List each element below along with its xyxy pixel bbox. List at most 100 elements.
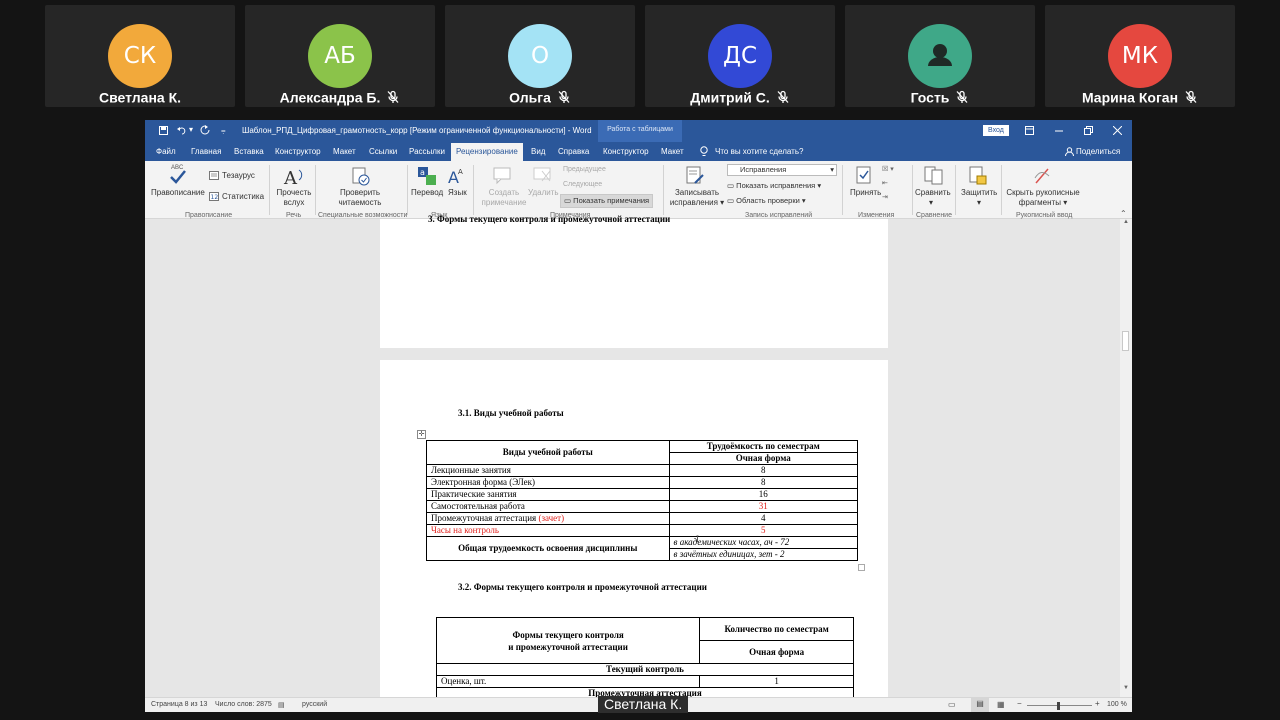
web-layout-icon[interactable]: ▦ — [997, 700, 1005, 709]
table1-cell-name[interactable]: Практические занятия — [426, 488, 670, 501]
participant-tile[interactable]: Гость — [845, 5, 1035, 107]
accept-button[interactable]: Принять — [850, 188, 881, 198]
status-language[interactable]: русский — [302, 701, 327, 708]
reject-change-icon[interactable]: ☒ ▾ — [882, 165, 894, 175]
vertical-scrollbar[interactable]: ▲ ▼ — [1120, 219, 1132, 697]
new-comment-button[interactable]: Создать примечание — [479, 188, 529, 208]
table1-cell-name[interactable]: Часы на контроль — [426, 524, 670, 537]
table1-cell-value[interactable]: 31 — [668, 500, 859, 513]
table1-cell-value[interactable]: 4 — [668, 512, 859, 525]
scroll-down-icon[interactable]: ▼ — [1123, 685, 1129, 691]
spelling-button[interactable]: Правописание — [151, 188, 205, 198]
collapse-ribbon-icon[interactable]: ⌃ — [1120, 209, 1127, 219]
participant-tile[interactable]: О Ольга — [445, 5, 635, 107]
translate-button[interactable]: Перевод — [411, 188, 443, 198]
restore-icon[interactable] — [1084, 126, 1093, 135]
table2-header-form[interactable]: Очная форма — [699, 640, 854, 664]
status-page[interactable]: Страница 8 из 13 — [151, 701, 207, 708]
table1-cell-name[interactable]: Промежуточная аттестация (зачет) — [426, 512, 670, 525]
tab-review[interactable]: Рецензирование — [451, 143, 523, 161]
table2-header-count[interactable]: Количество по семестрам — [699, 617, 854, 641]
table2-header-forms[interactable]: Формы текущего контроля и промежуточной а… — [435, 617, 701, 664]
print-layout-icon[interactable]: ▤ — [971, 698, 989, 712]
scrollbar-thumb[interactable] — [1122, 331, 1129, 351]
zoom-slider-thumb[interactable] — [1057, 702, 1060, 710]
zoom-in-icon[interactable]: + — [1095, 699, 1100, 708]
table2-current-control[interactable]: Текущий контроль — [436, 663, 854, 676]
read-aloud-icon: A — [283, 168, 303, 187]
participant-tile[interactable]: ДС Дмитрий С. — [645, 5, 835, 107]
tab-mailings[interactable]: Рассылки — [409, 147, 445, 156]
check-accessibility-button[interactable]: Проверить читаемость — [325, 188, 395, 208]
participant-tile[interactable]: МК Марина Коган — [1045, 5, 1235, 107]
word-count-button[interactable]: Статистика — [222, 192, 264, 202]
tab-home[interactable]: Главная — [191, 147, 221, 156]
scroll-up-icon[interactable]: ▲ — [1123, 219, 1129, 225]
participant-tile[interactable]: АБ Александра Б. — [245, 5, 435, 107]
group-changes: Изменения — [858, 212, 895, 219]
minimize-icon[interactable] — [1055, 130, 1063, 132]
table1-cell-name[interactable]: Самостоятельная работа — [426, 500, 670, 513]
participant-tile[interactable]: СК Светлана К. — [45, 5, 235, 107]
share-button[interactable]: Поделиться — [1076, 147, 1120, 156]
next-comment-button[interactable]: Следующее — [563, 180, 602, 190]
compare-button[interactable]: Сравнить ▾ — [915, 188, 951, 208]
track-changes-button[interactable]: Записывать исправления ▾ — [667, 188, 727, 208]
show-comments-button[interactable]: ▭ Показать примечания — [560, 194, 654, 208]
protect-icon — [969, 166, 987, 185]
language-button[interactable]: Язык — [448, 188, 467, 198]
mic-muted-icon — [1185, 91, 1197, 104]
undo-dropdown-icon[interactable]: ▾ — [189, 125, 193, 134]
table1-cell-value[interactable]: 16 — [668, 488, 859, 501]
accept-change-icon — [856, 166, 871, 184]
zoom-out-icon[interactable]: − — [1017, 699, 1022, 708]
table1-total-label[interactable]: Общая трудоемкость освоения дисциплины — [426, 536, 670, 561]
table1-total-credits[interactable]: в зачётных единицах, зет - 2 — [668, 548, 859, 561]
zoom-level[interactable]: 100 % — [1107, 701, 1127, 708]
track-changes-icon — [686, 166, 704, 184]
ribbon-display-icon[interactable] — [1025, 126, 1034, 135]
hide-ink-button[interactable]: Скрыть рукописные фрагменты ▾ — [1003, 188, 1083, 208]
table2-cell-name[interactable]: Оценка, шт. — [435, 675, 701, 688]
save-icon[interactable] — [159, 126, 168, 135]
tab-design[interactable]: Конструктор — [275, 147, 321, 156]
tab-insert[interactable]: Вставка — [234, 147, 264, 156]
table-row: Промежуточная аттестация (зачет) 4 — [426, 512, 859, 525]
tell-me-input[interactable]: Что вы хотите сделать? — [715, 147, 803, 156]
redo-icon[interactable] — [200, 125, 210, 135]
tab-table-design[interactable]: Конструктор — [603, 147, 649, 156]
tab-help[interactable]: Справка — [558, 147, 589, 156]
tab-view[interactable]: Вид — [531, 147, 545, 156]
focus-mode-icon[interactable]: ▭ — [948, 700, 956, 709]
tab-table-layout[interactable]: Макет — [661, 147, 684, 156]
person-icon — [928, 44, 952, 66]
table-move-handle-icon[interactable]: ✛ — [417, 430, 426, 439]
close-icon[interactable] — [1113, 126, 1122, 135]
tab-references[interactable]: Ссылки — [369, 147, 397, 156]
protect-button[interactable]: Защитить ▾ — [961, 188, 997, 208]
read-aloud-button[interactable]: Прочесть вслух — [273, 188, 315, 208]
table1-cell-value[interactable]: 8 — [668, 476, 859, 489]
previous-change-icon[interactable]: ⇤ — [882, 179, 888, 189]
customize-qat-icon[interactable]: ⩦ — [221, 126, 226, 136]
thesaurus-button[interactable]: Тезаурус — [222, 171, 255, 181]
table-resize-handle[interactable] — [858, 564, 865, 571]
reviewing-pane-button[interactable]: ▭ Область проверки ▾ — [727, 196, 806, 206]
tab-file[interactable]: Файл — [156, 147, 176, 156]
delete-comment-button[interactable]: Удалить — [528, 188, 559, 198]
previous-comment-button[interactable]: Предыдущее — [563, 165, 606, 175]
tab-layout[interactable]: Макет — [333, 147, 356, 156]
show-markup-button[interactable]: ▭ Показать исправления ▾ — [727, 181, 821, 191]
login-button[interactable]: Вход — [983, 125, 1009, 136]
page-previous: 3. Формы текущего контроля и промежуточн… — [380, 214, 888, 348]
work-types-table: Виды учебной работы Трудоёмкость по семе… — [426, 440, 859, 561]
undo-icon[interactable] — [177, 126, 187, 135]
table1-cell-name[interactable]: Электронная форма (ЭЛек) — [426, 476, 670, 489]
table1-cell-value[interactable]: 8 — [668, 464, 859, 477]
status-words[interactable]: Число слов: 2875 — [215, 701, 272, 708]
table2-cell-value[interactable]: 1 — [699, 675, 854, 688]
status-proofing-icon[interactable]: ▤ — [278, 701, 285, 709]
markup-select[interactable]: Исправления ▾ — [727, 164, 837, 176]
next-change-icon[interactable]: ⇥ — [882, 193, 888, 203]
table1-cell-name[interactable]: Лекционные занятия — [426, 464, 670, 477]
